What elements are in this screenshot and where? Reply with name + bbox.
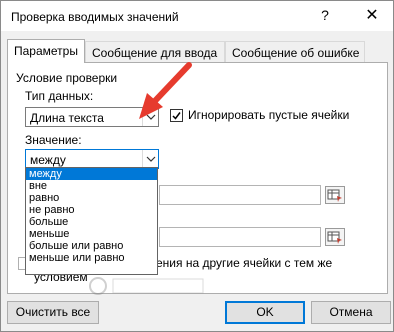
site-watermark-logo <box>89 275 209 297</box>
ignore-blank-checkbox[interactable] <box>170 109 183 122</box>
ok-button[interactable]: OK <box>225 301 305 324</box>
minimum-field[interactable] <box>159 185 321 205</box>
value-operator-value: между <box>30 153 66 167</box>
title-bar: Проверка вводимых значений ? ✕ <box>1 1 393 31</box>
help-button[interactable]: ? <box>317 7 333 25</box>
dropdown-option[interactable]: больше <box>26 216 157 228</box>
data-type-value: Длина текста <box>30 111 104 125</box>
tab-parameters[interactable]: Параметры <box>7 39 85 63</box>
value-operator-label: Значение: <box>25 133 82 147</box>
validation-criteria-label: Условие проверки <box>16 71 118 85</box>
data-type-label: Тип данных: <box>25 89 94 103</box>
dropdown-option[interactable]: больше или равно <box>26 240 157 252</box>
range-picker-icon[interactable] <box>325 228 345 246</box>
tab-error-alert[interactable]: Сообщение об ошибке <box>225 41 365 63</box>
value-operator-dropdown[interactable]: между вне равно не равно больше меньше б… <box>25 167 158 275</box>
dropdown-option[interactable]: не равно <box>26 204 157 216</box>
data-type-select[interactable]: Длина текста <box>25 107 159 127</box>
apply-to-all-label[interactable]: ения на другие ячейки с тем же <box>156 256 332 270</box>
chevron-down-icon[interactable] <box>142 108 158 126</box>
ignore-blank-label[interactable]: Игнорировать пустые ячейки <box>188 108 349 122</box>
dropdown-option[interactable]: вне <box>26 180 157 192</box>
dropdown-option[interactable]: меньше или равно <box>26 252 157 264</box>
dialog-title: Проверка вводимых значений <box>11 10 179 24</box>
cancel-button[interactable]: Отмена <box>311 301 391 324</box>
dropdown-option[interactable]: равно <box>26 192 157 204</box>
range-picker-icon[interactable] <box>325 186 345 204</box>
maximum-field[interactable] <box>159 227 321 247</box>
tab-input-message[interactable]: Сообщение для ввода <box>85 41 225 63</box>
chevron-down-icon[interactable] <box>142 150 158 168</box>
data-validation-dialog: Проверка вводимых значений ? ✕ Параметры… <box>0 0 394 332</box>
clear-all-button[interactable]: Очистить все <box>7 301 99 324</box>
dropdown-option[interactable]: между <box>26 168 157 180</box>
value-operator-select[interactable]: между <box>25 149 159 169</box>
close-button[interactable]: ✕ <box>363 5 381 25</box>
dropdown-option[interactable]: меньше <box>26 228 157 240</box>
